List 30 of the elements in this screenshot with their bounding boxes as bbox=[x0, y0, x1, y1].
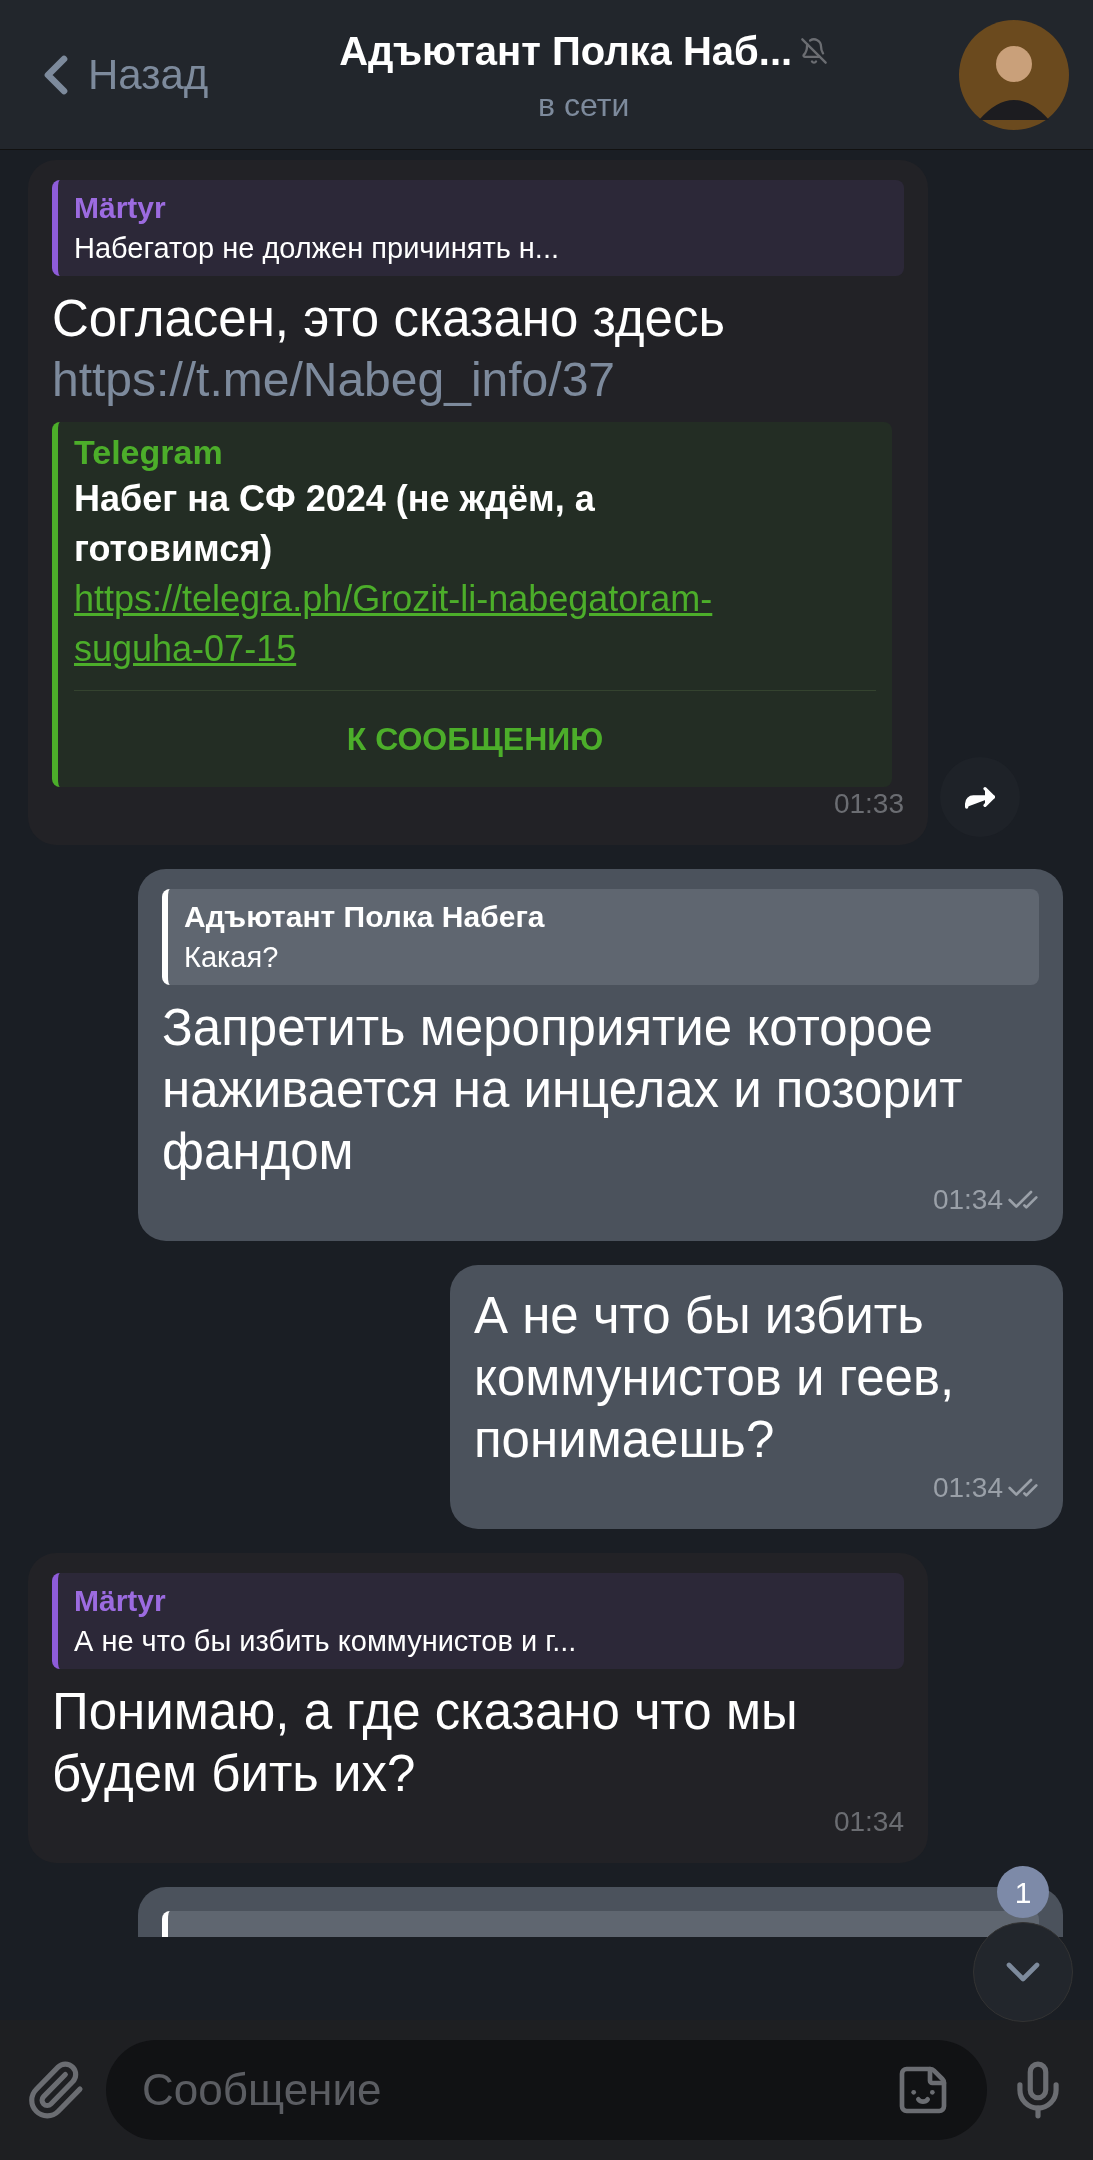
open-message-button[interactable]: К СООБЩЕНИЮ bbox=[74, 691, 876, 787]
reply-author: Märtyr bbox=[74, 190, 167, 226]
reply-text: Набегатор не должен причинять н... bbox=[74, 231, 560, 266]
reply-author: Märtyr bbox=[74, 1583, 167, 1619]
preview-title: Набег на СФ 2024 (не ждём, а готовимся) bbox=[74, 477, 596, 571]
message-input[interactable]: Сообщение bbox=[142, 2057, 895, 2123]
unread-badge: 1 bbox=[997, 1866, 1049, 1918]
reply-quote[interactable]: Адъютант Полка Набега Какая? bbox=[162, 889, 1039, 985]
message-link[interactable]: https://t.me/Nabeg_info/37 bbox=[52, 350, 904, 410]
reply-text: Какая? bbox=[184, 940, 280, 975]
message-field[interactable]: Сообщение bbox=[106, 2040, 987, 2140]
preview-link[interactable]: https://telegra.ph/Grozit-li-nabegatoram-suguha-07-15 bbox=[74, 574, 876, 674]
reply-quote[interactable]: Märtyr А не что бы избить коммунистов и г... bbox=[52, 1573, 904, 1669]
message-text: Запретить мероприятие которое наживается на инцелах и позорит фандом bbox=[162, 998, 964, 1182]
message-time: 01:34 bbox=[833, 1805, 904, 1839]
message-time: 01:34 bbox=[932, 1471, 1003, 1505]
chat-status: в сети bbox=[538, 85, 630, 125]
link-preview[interactable]: Telegram Набег на СФ 2024 (не ждём, а готовимся) https://telegra.ph/Grozit-li-nabegatoram-suguha-07-15 К СООБЩЕНИЮ bbox=[52, 422, 892, 787]
reply-author: Адъютант Полка Набега bbox=[184, 899, 546, 935]
message-time: 01:34 bbox=[932, 1183, 1003, 1217]
reply-quote[interactable]: Märtyr Набегатор не должен причинять н... bbox=[52, 180, 904, 276]
reply-text: А не что бы избить коммунистов и г... bbox=[74, 1624, 578, 1659]
message-text: А не что бы избить коммунистов и геев, понимаешь? bbox=[474, 1286, 956, 1470]
message-text: Согласен, это сказано здесь bbox=[52, 289, 726, 349]
message-time: 01:33 bbox=[833, 787, 904, 821]
chat-title: Адъютант Полка Наб... bbox=[339, 27, 793, 75]
preview-site: Telegram bbox=[74, 432, 224, 473]
avatar[interactable] bbox=[959, 19, 1069, 130]
back-button[interactable]: Назад bbox=[24, 42, 209, 107]
message-text: Понимаю, а где сказано что мы будем бить их? bbox=[52, 1682, 799, 1804]
